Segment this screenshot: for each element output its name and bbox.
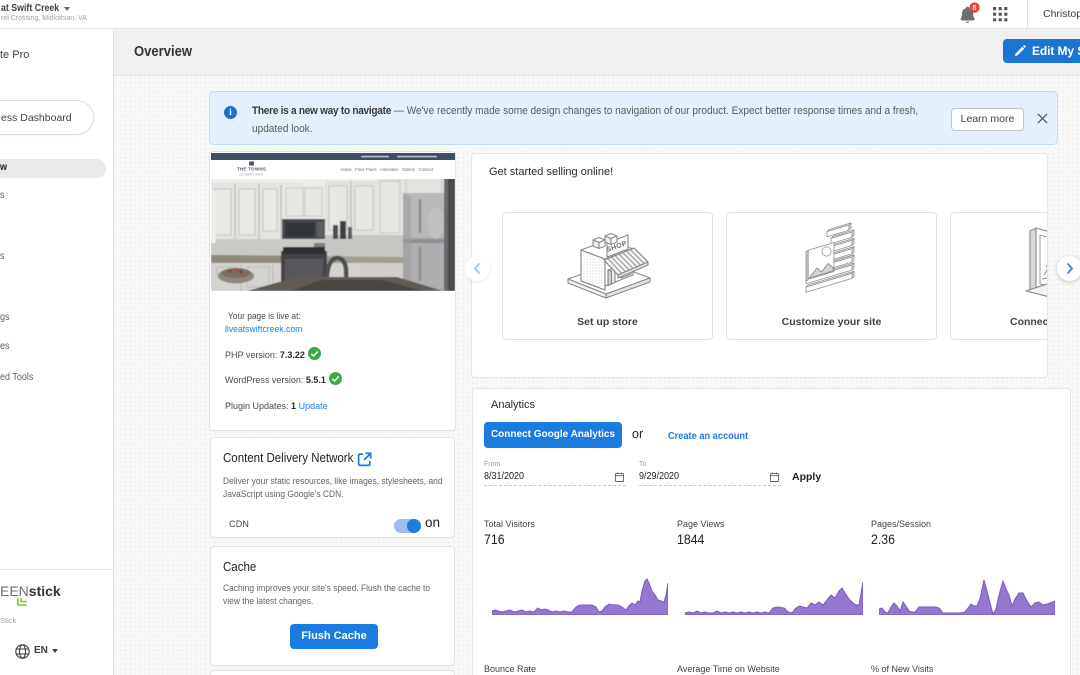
svg-text:8: 8: [973, 5, 977, 12]
svg-text:Home Floor Plans Amenities: Home Floor Plans Amenities Gallery Conta…: [341, 167, 434, 172]
svg-text:at Swift Creek: at Swift Creek: [240, 173, 265, 177]
svg-text:THE TOWNS: THE TOWNS: [237, 167, 266, 172]
